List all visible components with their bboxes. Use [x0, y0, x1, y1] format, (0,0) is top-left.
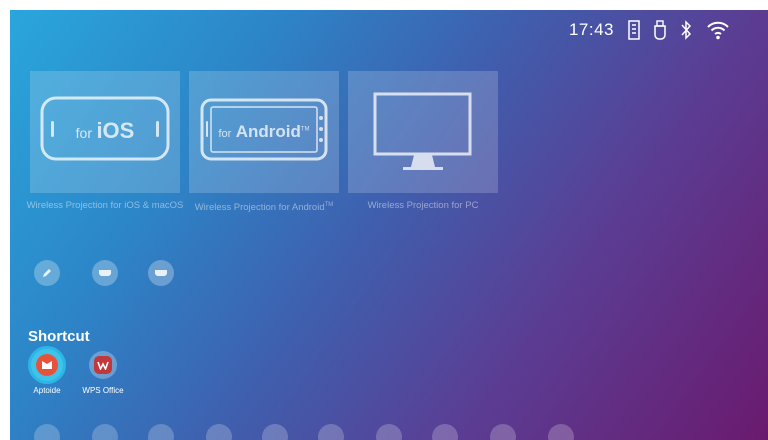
- card-label: Wireless Projection for PC: [367, 200, 479, 211]
- wifi-icon: [706, 20, 730, 40]
- status-bar: 17:43: [569, 20, 730, 40]
- trademark-mark: TM: [300, 126, 310, 133]
- card-tag: for: [75, 125, 92, 141]
- brush-icon[interactable]: [34, 260, 60, 286]
- update-icon[interactable]: [376, 424, 402, 440]
- storage-icon: [628, 20, 640, 40]
- image-icon[interactable]: [206, 424, 232, 440]
- card-platform: Android: [235, 122, 301, 141]
- card-label: Wireless Projection for iOS & macOS: [26, 200, 184, 211]
- app-label: WPS Office: [82, 386, 124, 395]
- shortcut-heading: Shortcut: [28, 328, 90, 345]
- launcher-screen: 17:43 for iOS Wireless Projection for iO…: [10, 10, 768, 440]
- android-icon[interactable]: [490, 424, 516, 440]
- aptoide-icon: [28, 346, 66, 384]
- storage-icon[interactable]: [548, 424, 574, 440]
- clock: 17:43: [568, 20, 614, 39]
- bluetooth-icon: [680, 20, 692, 40]
- monitor-icon: [373, 92, 472, 170]
- card-tag: for: [218, 128, 232, 140]
- bluetooth-icon[interactable]: [148, 424, 174, 440]
- app-wps-office[interactable]: WPS Office: [68, 346, 138, 395]
- hdmi-icon[interactable]: [148, 260, 174, 286]
- wps-office-icon: [89, 351, 117, 379]
- apps-icon[interactable]: [432, 424, 458, 440]
- usb-icon: [654, 20, 666, 40]
- wireless-projection-android-card[interactable]: for AndroidTM: [189, 71, 339, 193]
- hdmi-icon[interactable]: [92, 260, 118, 286]
- wireless-projection-ios-card[interactable]: for iOS: [30, 71, 180, 193]
- card-label: Wireless Projection for AndroidTM: [194, 202, 334, 214]
- display-icon[interactable]: [318, 424, 344, 440]
- card-platform: iOS: [96, 118, 135, 143]
- audio-icon[interactable]: [262, 424, 288, 440]
- settings-icon[interactable]: [34, 424, 60, 440]
- network-icon[interactable]: [92, 424, 118, 440]
- wireless-projection-pc-card[interactable]: [348, 71, 498, 193]
